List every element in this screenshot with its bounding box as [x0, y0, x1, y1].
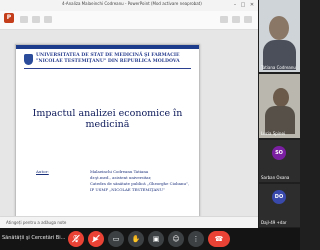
slide-workspace: UNIVERSITATEA DE STAT DE MEDICINĂ ŞI FAR… — [0, 30, 258, 228]
more-options-icon[interactable]: ⋮ — [188, 231, 204, 247]
close-icon[interactable]: ✕ — [249, 2, 255, 8]
participant-tile[interactable]: Tatiana Codreanu — [259, 0, 300, 72]
participant-name: Tatiana Codreanu — [261, 65, 296, 70]
header-divider — [24, 68, 191, 69]
ribbon-tool-icon[interactable] — [32, 16, 40, 23]
mic-off-icon[interactable]: 🎙 — [68, 231, 84, 247]
participant-name: Lucia Spinei — [261, 131, 286, 136]
raise-hand-icon[interactable]: ✋ — [128, 231, 144, 247]
participant-tile[interactable]: SO Sarban Oxana — [259, 140, 300, 182]
participant-avatar: DO — [272, 190, 286, 204]
participant-avatar: SO — [272, 146, 286, 160]
author-line: Malaeinchi Codreanu Tatiana — [90, 169, 149, 174]
maximize-icon[interactable]: □ — [240, 2, 246, 8]
slide-title: Impactul analizei economice în medicină — [32, 108, 183, 130]
camera-off-icon[interactable]: ▶ — [88, 231, 104, 247]
leave-call-button[interactable]: ☎ — [208, 231, 230, 247]
university-name-line1: UNIVERSITATEA DE STAT DE MEDICINĂ ŞI FAR… — [36, 53, 180, 58]
author-line: Catedra de sănătate publică „Gheorghe Ci… — [90, 181, 190, 186]
author-line: dr.şt.med., asistent universitar, — [90, 175, 152, 180]
emoji-icon[interactable]: ☺ — [168, 231, 184, 247]
participant-tile[interactable]: DO Dajl-49 +dar — [259, 184, 300, 227]
participant-video — [269, 16, 289, 40]
ribbon-tool-icon[interactable] — [220, 16, 228, 23]
author-line: IP USMF „NICOLAE TESTEMIŢANU” — [90, 187, 165, 192]
ribbon-tool-icon[interactable] — [20, 16, 28, 23]
participant-video — [265, 106, 295, 134]
present-icon[interactable]: ▣ — [148, 231, 164, 247]
participant-tile[interactable]: Lucia Spinei — [259, 74, 300, 138]
participant-name: Sarban Oxana — [261, 175, 290, 180]
slide-canvas[interactable]: UNIVERSITATEA DE STAT DE MEDICINĂ ŞI FAR… — [15, 44, 200, 228]
ribbon: P — [0, 11, 258, 30]
participant-name: Dajl-49 +dar — [261, 220, 287, 225]
ribbon-tool-icon[interactable] — [44, 16, 52, 23]
meeting-controls: Sănătății şi Cercetări Bi... 🎙 ▶ ▭ ✋ ▣ ☺… — [0, 228, 300, 250]
university-crest-icon — [24, 54, 33, 65]
meeting-title: Sănătății şi Cercetări Bi... — [2, 235, 66, 241]
slide-header-bar — [16, 45, 199, 49]
notes-bar[interactable]: Atingeți pentru a adăuga note — [0, 216, 258, 228]
captions-icon[interactable]: ▭ — [108, 231, 124, 247]
powerpoint-icon: P — [4, 13, 14, 23]
shared-screen: 4-Analiza Malaeinchi Codreanu - PowerPoi… — [0, 0, 258, 228]
author-label: Autor: — [36, 169, 49, 174]
ribbon-tool-icon[interactable] — [244, 16, 252, 23]
university-name-line2: "NICOLAE TESTEMIŢANU" DIN REPUBLICA MOLD… — [36, 59, 180, 64]
notes-placeholder: Atingeți pentru a adăuga note — [6, 220, 67, 225]
ribbon-tool-icon[interactable] — [232, 16, 240, 23]
window-title: 4-Analiza Malaeinchi Codreanu - PowerPoi… — [62, 1, 202, 6]
participant-video — [273, 88, 289, 107]
minimize-icon[interactable]: – — [232, 2, 238, 8]
